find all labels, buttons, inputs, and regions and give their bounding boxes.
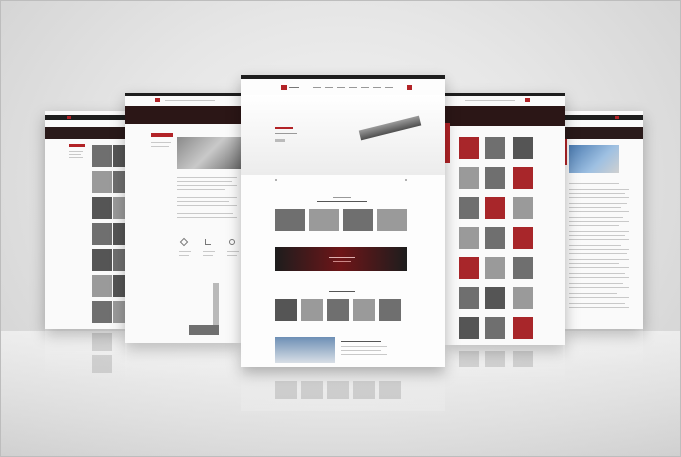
featured-thumb [377,209,407,231]
far-right-reflection [563,329,643,369]
product-thumb [513,257,533,279]
page-banner [563,127,643,139]
product-thumb [513,227,533,249]
product-thumb [485,317,505,339]
product-thumb [92,275,112,297]
product-thumb [459,317,479,339]
hero-section [241,95,445,175]
hero-photo [177,137,241,169]
product-thumb [92,223,112,245]
product-thumb [459,257,479,279]
product-thumb [92,197,112,219]
left-screen [125,93,243,343]
logo-icon [281,85,287,90]
logo-icon [525,98,530,102]
far-right-screen [563,111,643,329]
logo-icon [67,116,71,119]
hero-button[interactable] [275,139,285,142]
product-thumb [459,167,479,189]
product-thumb [485,137,505,159]
featured-thumb [343,209,373,231]
featured-thumb [275,209,305,231]
product-thumb [353,299,375,321]
mockup-stage [0,0,681,457]
product-thumb [275,299,297,321]
product-thumb [513,287,533,309]
product-thumb [459,197,479,219]
search-icon[interactable] [407,85,412,90]
right-screen [445,93,565,345]
product-thumb [513,167,533,189]
product-thumb [485,227,505,249]
product-thumb [92,249,112,271]
product-thumb [301,299,323,321]
product-thumb [513,137,533,159]
feature-icon [205,239,211,245]
product-thumb [92,145,112,167]
logo-icon [155,98,160,102]
product-image [189,325,219,335]
product-thumb [485,197,505,219]
feature-icon [229,239,235,245]
left-reflection [125,343,243,383]
right-reflection [445,345,565,385]
far-left-screen [45,111,127,329]
product-thumb [485,287,505,309]
product-thumb [459,137,479,159]
hero-title [275,127,293,129]
center-reflection [241,367,445,411]
product-thumb [459,227,479,249]
page-banner [125,106,243,124]
product-thumb [513,197,533,219]
product-thumb [92,171,112,193]
product-thumb [459,287,479,309]
page-banner [45,127,127,139]
featured-thumb [309,209,339,231]
product-thumb [379,299,401,321]
logo-icon [615,116,619,119]
hero-photo [569,145,619,173]
product-thumb [327,299,349,321]
news-image [275,337,335,363]
product-thumb [92,301,112,323]
product-thumb [485,257,505,279]
product-thumb [513,317,533,339]
product-image [213,283,219,331]
product-thumb [485,167,505,189]
far-left-reflection [45,329,127,379]
promo-banner [275,247,407,271]
center-screen [241,75,445,367]
page-banner [445,106,565,126]
feature-icon [179,237,189,247]
